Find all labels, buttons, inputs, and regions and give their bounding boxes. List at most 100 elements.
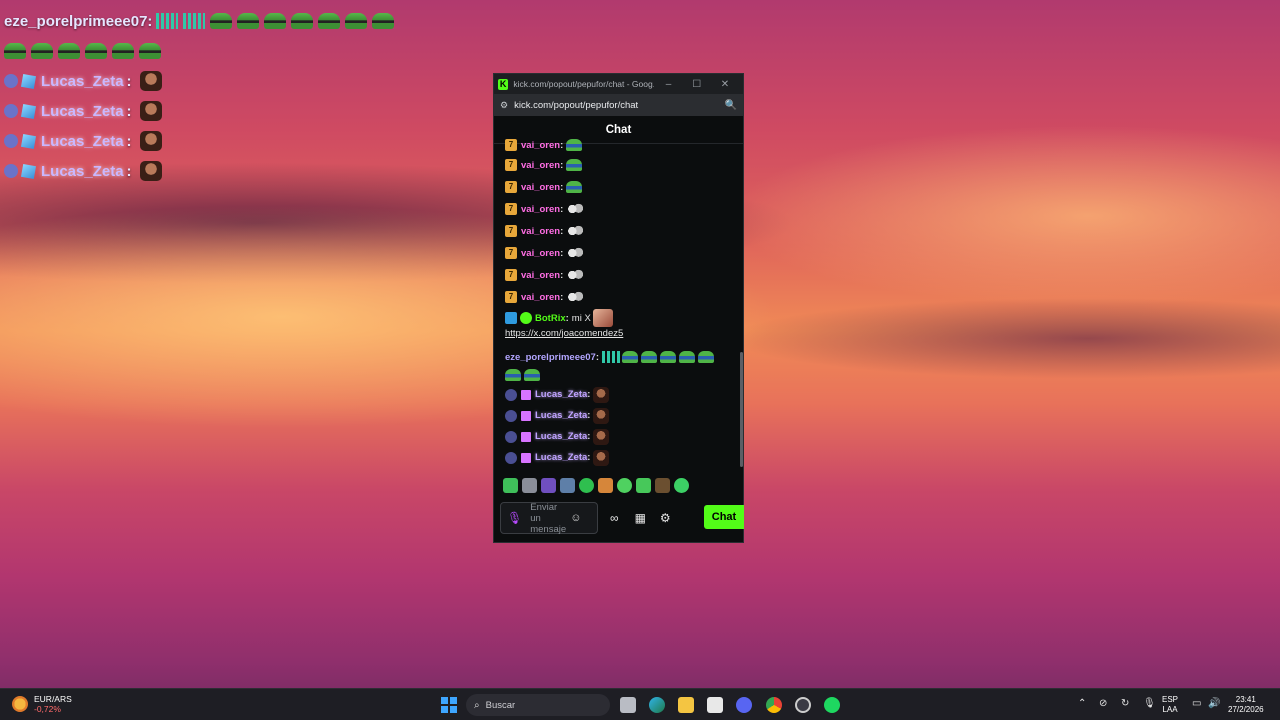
store-app-icon[interactable] bbox=[707, 697, 723, 713]
clock[interactable]: 23:41 27/2/2026 bbox=[1228, 695, 1264, 715]
chat-username[interactable]: Lucas_Zeta bbox=[535, 389, 587, 400]
market-change: -0,72% bbox=[34, 704, 61, 714]
emoji-picker-icon[interactable]: ☺ bbox=[570, 512, 581, 524]
url-text[interactable]: kick.com/popout/pepufor/chat bbox=[514, 100, 724, 111]
start-button[interactable] bbox=[441, 697, 457, 713]
face-emote-icon bbox=[139, 161, 162, 181]
emote-1-icon[interactable] bbox=[503, 478, 518, 493]
points-icon[interactable]: ∞ bbox=[610, 511, 619, 525]
chat-input-placeholder[interactable]: Enviar un mensaje bbox=[530, 502, 570, 535]
send-chat-button[interactable]: Chat bbox=[704, 505, 744, 529]
close-button[interactable]: ✕ bbox=[711, 79, 739, 90]
chat-username[interactable]: vai_oren bbox=[521, 204, 560, 215]
microphone-icon[interactable]: 🎙 bbox=[507, 511, 522, 525]
chat-input[interactable]: 🎙 Enviar un mensaje ☺ bbox=[500, 502, 598, 535]
tray-sync-icon[interactable]: ↻ bbox=[1121, 698, 1129, 709]
sub-badge-icon: 7 bbox=[505, 291, 517, 303]
minimize-button[interactable]: – bbox=[654, 79, 682, 90]
store-icon[interactable]: ▦ bbox=[635, 511, 646, 525]
chat-username[interactable]: vai_oren bbox=[521, 160, 560, 171]
clock-time: 23:41 bbox=[1235, 695, 1256, 704]
message-text: mi X bbox=[571, 312, 591, 324]
ghost-emote-icon bbox=[566, 202, 585, 216]
colon: : bbox=[560, 181, 564, 193]
colon: : bbox=[560, 159, 564, 171]
chrome-icon[interactable] bbox=[766, 697, 782, 713]
face-emote-icon bbox=[139, 101, 162, 121]
discord-icon[interactable] bbox=[736, 697, 752, 713]
colon: : bbox=[560, 269, 564, 281]
emote-8-icon[interactable] bbox=[636, 478, 651, 493]
market-widget[interactable]: EUR/ARS -0,72% bbox=[12, 694, 72, 714]
frog-emote-icon bbox=[139, 43, 161, 59]
sub-badge-icon: 7 bbox=[505, 225, 517, 237]
chat-message: Lucas_Zeta : bbox=[505, 447, 739, 468]
emote-4-icon[interactable] bbox=[560, 478, 575, 493]
chat-message-botrix: BotRix : mi X bbox=[505, 308, 739, 328]
chat-username[interactable]: BotRix bbox=[535, 313, 566, 324]
tray-mic-icon[interactable]: 🎙 bbox=[1143, 698, 1156, 709]
overlay-username: Lucas_Zeta bbox=[41, 72, 124, 90]
emote-9-icon[interactable] bbox=[655, 478, 670, 493]
face-emote-icon bbox=[593, 386, 610, 403]
emote-10-icon[interactable] bbox=[674, 478, 689, 493]
kick-logo-icon: K bbox=[498, 78, 509, 90]
window-titlebar[interactable]: K kick.com/popout/pepufor/chat - Goog...… bbox=[494, 74, 743, 94]
spotify-icon[interactable] bbox=[824, 697, 840, 713]
frog-emote-icon bbox=[291, 13, 314, 29]
chat-username[interactable]: Lucas_Zeta bbox=[535, 410, 587, 421]
message-link[interactable]: https://x.com/joacomendez5 bbox=[505, 328, 739, 342]
chat-message: Lucas_Zeta : bbox=[505, 384, 739, 405]
site-info-icon[interactable]: ⚙ bbox=[500, 100, 508, 111]
face-emote-icon bbox=[139, 131, 162, 151]
chat-username[interactable]: Lucas_Zeta bbox=[535, 452, 587, 463]
chat-messages[interactable]: 7 vai_oren : 7 vai_oren : 7 vai_oren : 7… bbox=[494, 138, 739, 468]
emote-2-icon[interactable] bbox=[522, 478, 537, 493]
chat-username[interactable]: vai_oren bbox=[521, 182, 560, 193]
tray-overflow-icon[interactable]: ⌃ bbox=[1078, 698, 1086, 709]
chat-username[interactable]: vai_oren bbox=[521, 292, 560, 303]
chat-username[interactable]: vai_oren bbox=[521, 248, 560, 259]
chat-message: Lucas_Zeta : bbox=[505, 426, 739, 447]
colon: : bbox=[560, 247, 564, 259]
frog-emote-icon bbox=[264, 13, 287, 29]
chat-username[interactable]: vai_oren bbox=[521, 270, 560, 281]
emote-5-icon[interactable] bbox=[579, 478, 594, 493]
cube-badge-icon bbox=[20, 133, 37, 149]
search-placeholder[interactable]: Buscar bbox=[486, 700, 602, 711]
settings-gear-icon[interactable]: ⚙ bbox=[660, 511, 671, 525]
network-icon[interactable]: ▭ bbox=[1192, 698, 1201, 709]
chat-input-row: 🎙 Enviar un mensaje ☺ ∞ ▦ ⚙ bbox=[500, 502, 671, 535]
ghost-emote-icon bbox=[566, 246, 585, 260]
maximize-button[interactable]: ☐ bbox=[683, 79, 711, 90]
og-badge-icon bbox=[505, 451, 517, 464]
address-bar[interactable]: ⚙ kick.com/popout/pepufor/chat 🔍 bbox=[494, 94, 743, 116]
chat-username[interactable]: eze_porelprimeee07 bbox=[505, 352, 596, 363]
overlay-line-lucas: Lucas_Zeta : bbox=[4, 156, 424, 186]
chat-username[interactable]: vai_oren bbox=[521, 140, 560, 151]
zoom-icon[interactable]: 🔍 bbox=[725, 100, 737, 111]
taskbar-search[interactable]: ⌕ Buscar bbox=[466, 694, 610, 716]
face-emote-icon bbox=[593, 428, 610, 445]
emote-6-icon[interactable] bbox=[598, 478, 613, 493]
edge-browser-icon[interactable] bbox=[649, 697, 665, 713]
task-view-icon[interactable] bbox=[620, 697, 636, 713]
colon: : bbox=[560, 291, 564, 303]
face-emote-icon bbox=[593, 449, 610, 466]
file-explorer-icon[interactable] bbox=[678, 697, 694, 713]
tray-app-icon[interactable]: ⊘ bbox=[1099, 698, 1107, 709]
chat-username[interactable]: Lucas_Zeta bbox=[535, 431, 587, 442]
chat-scrollbar[interactable] bbox=[740, 352, 743, 467]
obs-icon[interactable] bbox=[795, 697, 811, 713]
emote-7-icon[interactable] bbox=[617, 478, 632, 493]
chat-message: 7 vai_oren : bbox=[505, 220, 739, 242]
dance-emote-icon bbox=[602, 351, 621, 363]
cube-badge-icon bbox=[20, 73, 37, 89]
chat-username[interactable]: vai_oren bbox=[521, 226, 560, 237]
emote-3-icon[interactable] bbox=[541, 478, 556, 493]
language-indicator[interactable]: ESP LAA bbox=[1162, 695, 1178, 715]
volume-icon[interactable]: 🔊 bbox=[1208, 698, 1220, 709]
colon: : bbox=[126, 72, 132, 90]
colon: : bbox=[126, 162, 132, 180]
chat-message: 7 vai_oren : bbox=[505, 242, 739, 264]
